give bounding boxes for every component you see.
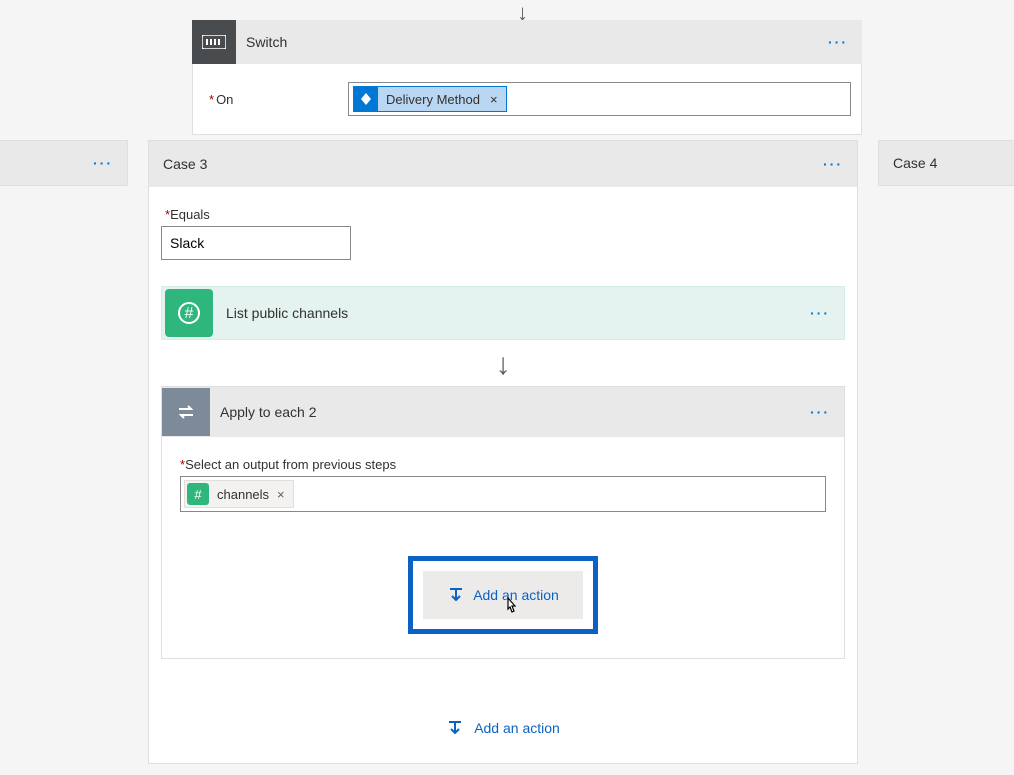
token-remove-icon[interactable]: × <box>490 92 498 107</box>
add-action-label-outer: Add an action <box>474 720 560 736</box>
on-input[interactable]: Delivery Method × <box>348 82 851 116</box>
add-action-button-outer[interactable]: Add an action <box>161 719 845 737</box>
on-label: *On <box>203 92 348 107</box>
case4-title: Case 4 <box>893 155 937 171</box>
delivery-method-token[interactable]: Delivery Method × <box>353 86 507 112</box>
apply-body: *Select an output from previous steps # … <box>162 437 844 658</box>
case3-header[interactable]: Case 3 ··· <box>149 141 857 187</box>
loop-icon <box>162 388 210 436</box>
add-action-highlight: Add an action <box>408 556 598 634</box>
equals-input[interactable] <box>161 226 351 260</box>
apply-menu-button[interactable]: ··· <box>796 404 844 420</box>
add-action-icon <box>447 586 465 604</box>
slack-channels-icon: # <box>187 483 209 505</box>
case3-menu-button[interactable]: ··· <box>809 156 857 172</box>
switch-card: Switch ··· *On Delivery Method × <box>192 20 862 135</box>
switch-menu-button[interactable]: ··· <box>814 34 862 50</box>
case-left-partial: ··· <box>0 140 128 186</box>
switch-header[interactable]: Switch ··· <box>192 20 862 64</box>
select-output-label-text: Select an output from previous steps <box>185 457 396 472</box>
arrow-down-icon: ↓ <box>161 350 845 380</box>
case3-container: Case 3 ··· *Equals # List public channel… <box>148 140 858 764</box>
slack-action-title: List public channels <box>216 305 796 321</box>
case3-title: Case 3 <box>163 156 809 172</box>
case3-body: *Equals # List public channels ··· ↓ App… <box>149 187 857 763</box>
token-remove-icon[interactable]: × <box>277 487 285 502</box>
add-action-button-inner[interactable]: Add an action <box>423 571 583 619</box>
slack-icon: # <box>165 289 213 337</box>
svg-text:#: # <box>185 305 194 322</box>
case-left-menu-button[interactable]: ··· <box>79 155 127 171</box>
apply-header[interactable]: Apply to each 2 ··· <box>162 387 844 437</box>
apply-title: Apply to each 2 <box>210 404 796 420</box>
channels-token-label: channels <box>217 487 269 502</box>
select-output-input[interactable]: # channels × <box>180 476 826 512</box>
dynamic-content-icon <box>354 87 378 111</box>
apply-to-each-card: Apply to each 2 ··· *Select an output fr… <box>161 386 845 659</box>
switch-body: *On Delivery Method × <box>192 64 862 135</box>
token-label: Delivery Method <box>386 92 480 107</box>
slack-action-menu-button[interactable]: ··· <box>796 305 844 321</box>
select-output-label: *Select an output from previous steps <box>180 457 826 472</box>
switch-title: Switch <box>236 34 814 50</box>
equals-label-text: Equals <box>170 207 210 222</box>
add-action-icon <box>446 719 464 737</box>
add-action-label-inner: Add an action <box>473 587 559 603</box>
list-channels-action[interactable]: # List public channels ··· <box>161 286 845 340</box>
case4-header[interactable]: Case 4 <box>878 140 1014 186</box>
equals-label: *Equals <box>165 207 845 222</box>
channels-token[interactable]: # channels × <box>184 480 294 508</box>
on-label-text: On <box>216 92 233 107</box>
switch-icon <box>192 20 236 64</box>
